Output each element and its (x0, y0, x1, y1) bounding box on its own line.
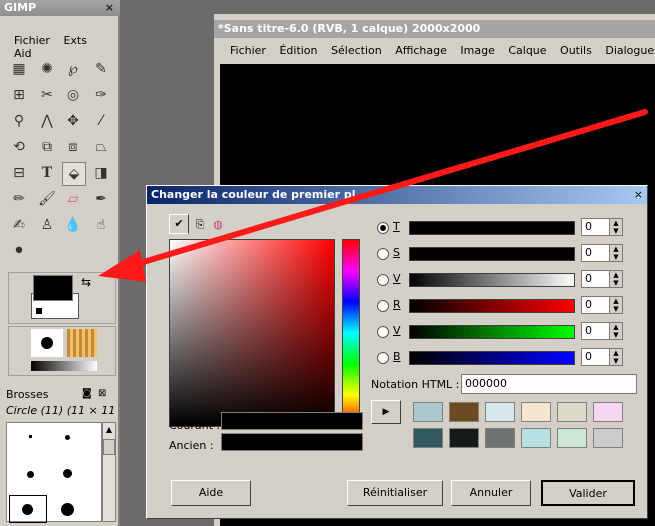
annotation-arrow-icon (98, 109, 648, 282)
